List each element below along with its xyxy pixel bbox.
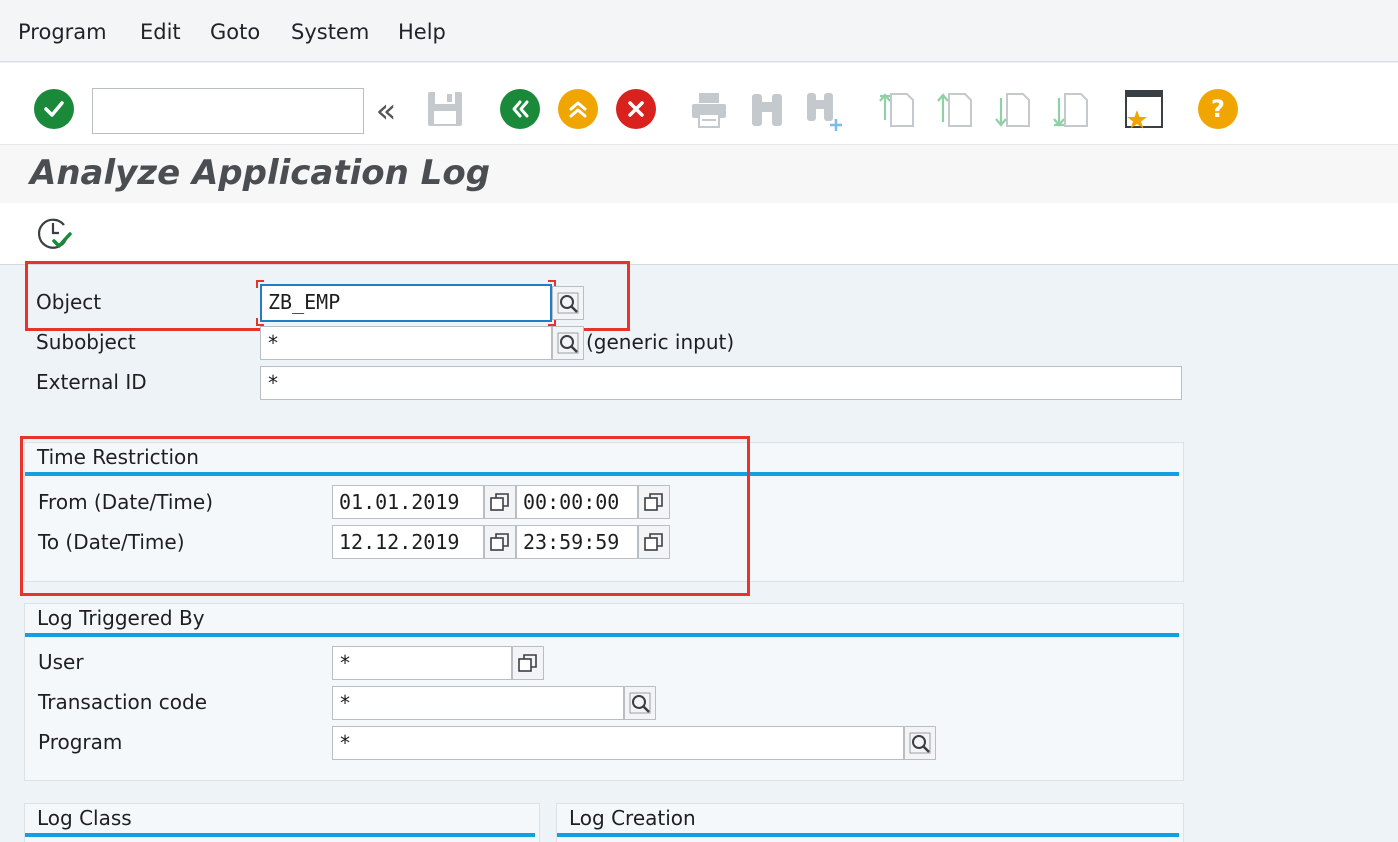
last-page-icon[interactable]	[1050, 89, 1092, 131]
menu-edit[interactable]: Edit	[140, 20, 181, 44]
print-icon[interactable]	[688, 89, 730, 131]
menu-goto[interactable]: Goto	[210, 20, 260, 44]
object-label: Object	[36, 290, 102, 314]
focus-corner-tl	[256, 280, 264, 288]
cancel-icon[interactable]	[616, 89, 656, 129]
search-help-icon	[909, 732, 931, 754]
create-shortcut-icon[interactable]	[1122, 87, 1166, 131]
search-help-icon	[629, 692, 651, 714]
transaction-code-label: Transaction code	[38, 690, 208, 714]
user-help-button[interactable]	[512, 646, 544, 680]
from-date-input[interactable]: 01.01.2019	[332, 485, 484, 519]
search-help-icon	[557, 292, 579, 314]
group-divider	[25, 633, 1179, 637]
subobject-label: Subobject	[36, 330, 136, 354]
from-time-input[interactable]: 00:00:00	[516, 485, 638, 519]
to-time-picker-button[interactable]	[638, 525, 670, 559]
transaction-code-search-help-button[interactable]	[624, 686, 656, 720]
from-date-picker-button[interactable]	[484, 485, 516, 519]
menu-system[interactable]: System	[291, 20, 369, 44]
log-creation-group: Log Creation	[556, 803, 1184, 842]
menu-bar: Program Edit Goto System Help	[0, 0, 1398, 62]
subobject-input[interactable]: *	[260, 326, 552, 360]
log-creation-title: Log Creation	[569, 806, 696, 830]
copy-icon	[490, 533, 509, 551]
menu-help[interactable]: Help	[398, 20, 446, 44]
first-page-icon[interactable]	[876, 89, 918, 131]
group-divider	[557, 833, 1179, 837]
to-date-picker-button[interactable]	[484, 525, 516, 559]
back-arrows-icon[interactable]: «	[370, 91, 402, 131]
from-label: From (Date/Time)	[38, 490, 213, 514]
user-label: User	[38, 650, 84, 674]
program-label: Program	[38, 730, 123, 754]
group-divider	[25, 472, 1179, 476]
enter-icon[interactable]	[34, 89, 74, 129]
object-search-help-button[interactable]	[552, 286, 584, 320]
program-search-help-button[interactable]	[904, 726, 936, 760]
from-time-picker-button[interactable]	[638, 485, 670, 519]
generic-input-hint: (generic input)	[586, 330, 735, 354]
command-field[interactable]	[92, 88, 364, 134]
next-page-icon[interactable]	[992, 89, 1034, 131]
copy-icon	[644, 493, 663, 511]
exit-icon[interactable]	[558, 89, 598, 129]
page-title: Analyze Application Log	[30, 153, 491, 193]
external-id-input[interactable]: *	[260, 366, 1182, 400]
transaction-code-input[interactable]: *	[332, 686, 624, 720]
find-next-icon[interactable]	[802, 89, 846, 133]
title-bar: Analyze Application Log	[0, 145, 1398, 203]
help-icon[interactable]: ?	[1198, 89, 1238, 129]
back-icon[interactable]	[500, 89, 540, 129]
application-toolbar	[0, 203, 1398, 265]
copy-icon	[490, 493, 509, 511]
save-icon[interactable]	[424, 88, 466, 130]
object-input[interactable]: ZB_EMP	[260, 284, 552, 322]
time-restriction-title: Time Restriction	[37, 445, 199, 469]
copy-icon	[644, 533, 663, 551]
program-input[interactable]: *	[332, 726, 904, 760]
group-divider	[25, 833, 535, 837]
menu-program[interactable]: Program	[18, 20, 107, 44]
focus-corner-bl	[256, 318, 264, 326]
log-class-title: Log Class	[37, 806, 132, 830]
log-triggered-by-title: Log Triggered By	[37, 606, 205, 630]
previous-page-icon[interactable]	[934, 89, 976, 131]
copy-icon	[518, 654, 537, 672]
to-label: To (Date/Time)	[38, 530, 185, 554]
to-time-input[interactable]: 23:59:59	[516, 525, 638, 559]
find-icon[interactable]	[746, 89, 788, 131]
external-id-label: External ID	[36, 370, 147, 394]
log-class-group: Log Class	[24, 803, 540, 842]
search-help-icon	[557, 332, 579, 354]
execute-clock-icon[interactable]	[34, 213, 74, 253]
user-input[interactable]: *	[332, 646, 512, 680]
standard-toolbar: « ?	[0, 63, 1398, 145]
to-date-input[interactable]: 12.12.2019	[332, 525, 484, 559]
subobject-search-help-button[interactable]	[552, 326, 584, 360]
